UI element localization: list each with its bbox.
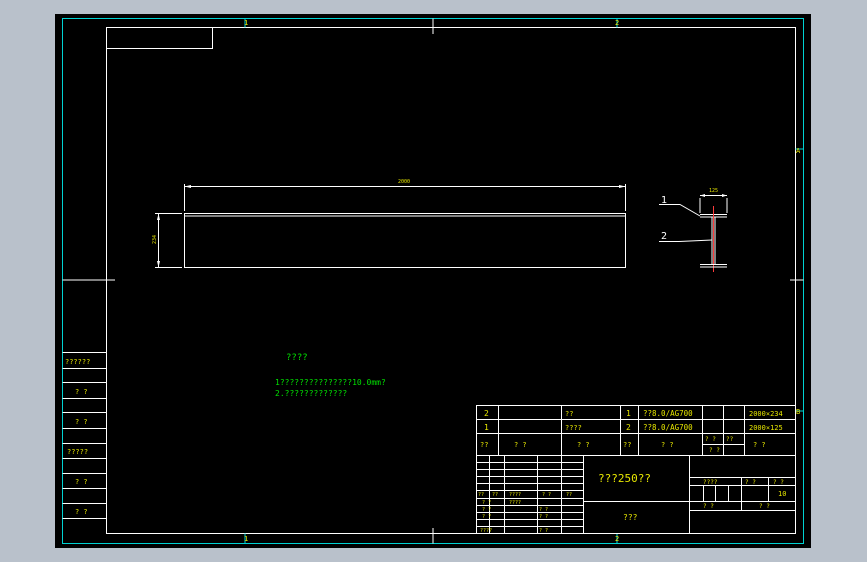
sign-row-3-c1: ? ? [482,514,491,520]
height-dimension-text: 234 [152,235,158,244]
outer-border [62,18,804,544]
inner-border [106,27,796,534]
length-dimension-text: 2000 [398,179,410,185]
side-cell-3: ????? [67,448,88,456]
sign-row-2-c2: ? ? [539,507,548,513]
bom-header-material: ? ? [661,441,674,449]
leader-label-2: 2 [661,231,667,242]
zone-label-right-lower: B [796,408,800,416]
sign-row-0-c5: ?? [566,492,572,498]
side-cell-0: ?????? [65,358,90,366]
bill-of-materials[interactable]: 2 ?? 1 ??8.0/AG700 2000×234 1 ???? 2 ??8… [476,405,796,456]
left-side-table: ?????? ? ? ? ? ????? ? ? ? ? [62,352,107,519]
bom-header-single2: ? ? [709,447,720,454]
sign-row-0-c3: ???? [509,492,521,498]
zone-label-top-left: 1 [244,19,248,27]
sign-row-3-c2: ? ? [539,514,548,520]
side-cell-2: ? ? [75,418,88,426]
scale-label: ? ? [773,479,784,486]
sign-row-4-c2: ? ? [539,528,548,534]
company-name: ??? [623,513,638,522]
notes-line-1: 1???????????????10.0mm? [275,378,386,387]
bom-header-seq: ?? [480,441,488,449]
bom-row-1-qty: 2 [626,423,631,432]
bom-row-0-qty: 1 [626,409,631,418]
cad-drawing-canvas[interactable]: 1 2 1 2 A B 2000 234 125 1 2 ???? 1?????… [55,14,811,548]
beam-outline [184,213,626,268]
sign-row-4-c1: ???? [480,528,492,534]
beam-elevation-view[interactable]: 2000 234 [152,179,626,268]
bom-header-code: ? ? [514,441,527,449]
drawing-name: ???250?? [598,472,651,485]
bom-header-note: ? ? [753,441,766,449]
sheets-label: ? ? [759,503,770,510]
zone-label-right-upper: A [796,147,801,155]
bom-row-1-name: ???? [565,424,582,432]
sign-row-1-c2: ???? [509,500,521,506]
bom-header-qty: ?? [623,441,631,449]
bom-row-1-size: 2000×125 [749,424,783,432]
stage-label: ???? [703,479,718,486]
bom-row-1-material: ??8.0/AG700 [643,423,693,432]
beam-section-view[interactable]: 125 1 2 [659,188,728,272]
drawing-sheet: 1 2 1 2 A B 2000 234 125 1 2 ???? 1?????… [62,18,804,544]
technical-notes: ???? 1???????????????10.0mm? 2.?????????… [275,353,386,398]
weight-label: ? ? [745,479,756,486]
corner-title-box [106,27,213,49]
bom-row-0-material: ??8.0/AG700 [643,409,693,418]
side-cell-1: ? ? [75,388,88,396]
title-block[interactable]: ???250?? ??? ???? ? ? ? ? 10 ? ? ? ? ?? … [476,455,796,535]
bom-header-single: ? ? [705,436,716,443]
sign-row-0-c2: ?? [492,492,498,498]
notes-line-2: 2.????????????? [275,389,347,398]
side-cell-4: ? ? [75,478,88,486]
sheet-label: ? ? [703,503,714,510]
bom-header-name: ? ? [577,441,590,449]
bom-row-1-seq: 1 [484,423,489,432]
bom-row-0-seq: 2 [484,409,489,418]
bom-row-0-size: 2000×234 [749,410,783,418]
scale-value: 10 [778,490,786,498]
leader-line-1 [659,204,701,217]
sign-row-1-c1: ? ? [482,500,491,506]
notes-title: ???? [286,353,308,363]
sign-row-0-c1: ?? [478,492,484,498]
width-dimension-text: 125 [709,188,718,194]
zone-label-bottom-right: 2 [615,535,619,543]
bom-row-0-name: ?? [565,410,573,418]
sign-row-2-c1: ? ? [482,507,491,513]
side-cell-5: ? ? [75,508,88,516]
leader-label-1: 1 [661,195,667,206]
bom-header-total: ?? [726,436,734,443]
sign-row-0-c4: ? ? [542,492,551,498]
zone-label-bottom-left: 1 [244,535,248,543]
zone-label-top-right: 2 [615,19,619,27]
